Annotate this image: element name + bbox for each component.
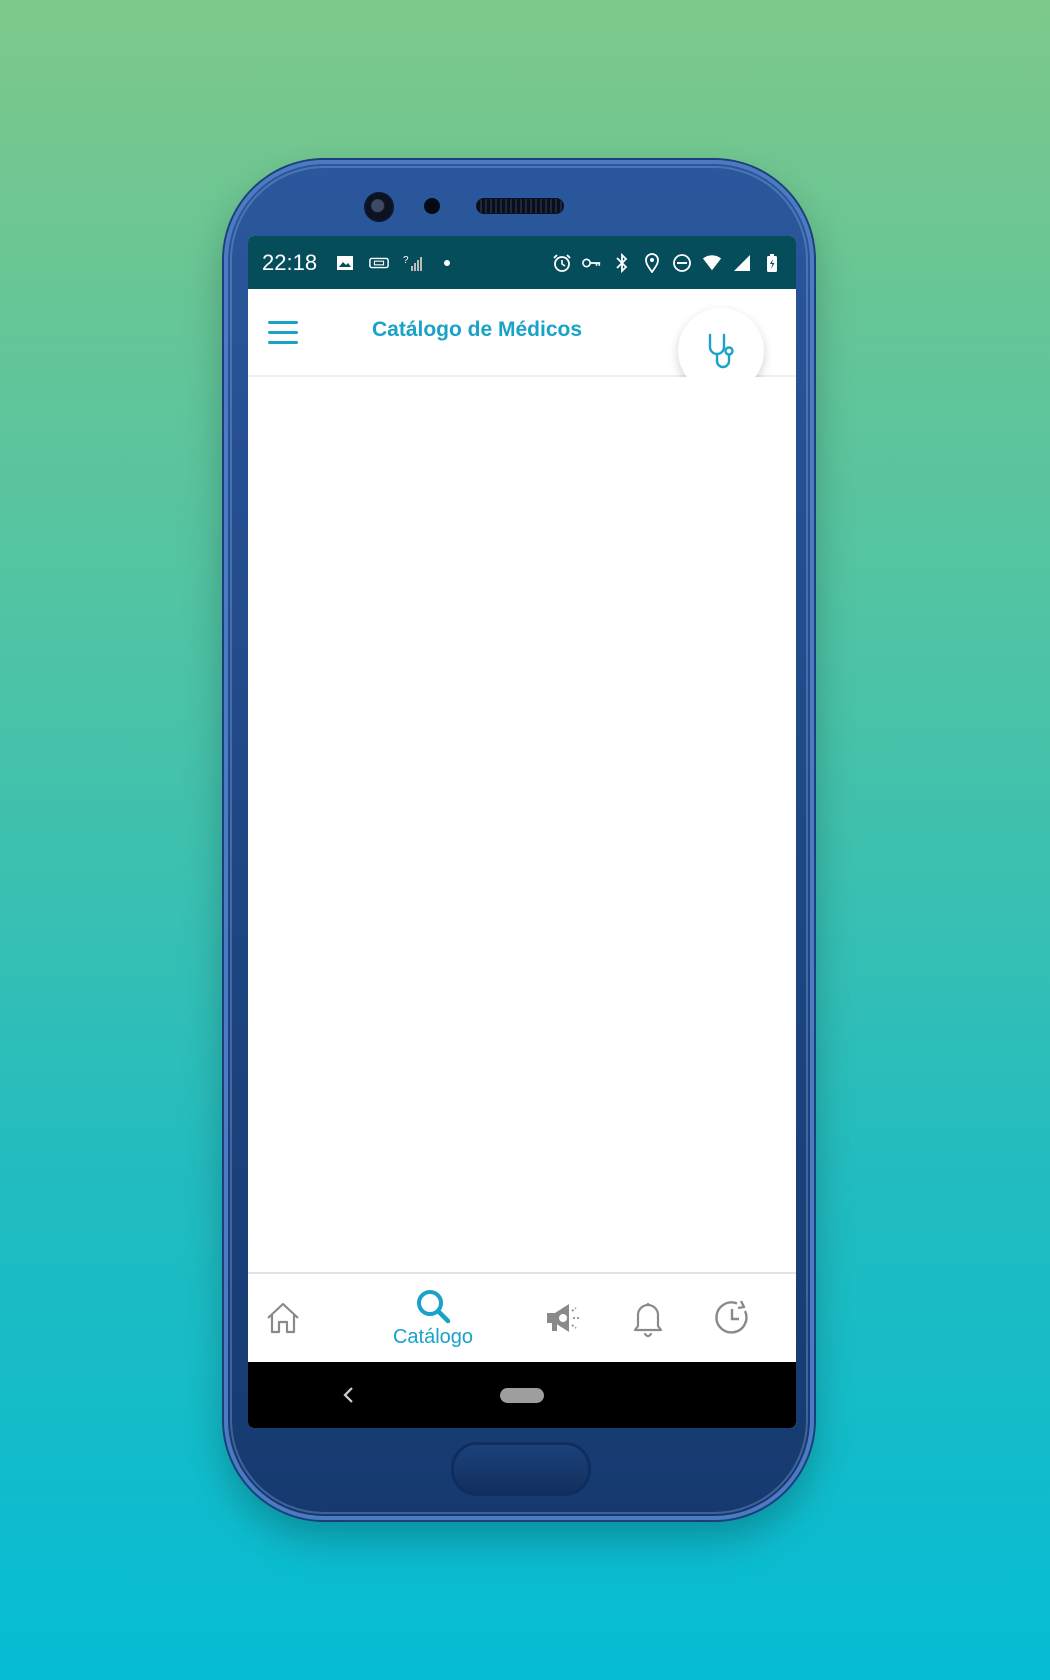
signal-icon — [732, 253, 752, 273]
physical-home-button[interactable] — [451, 1442, 591, 1496]
do-not-disturb-icon — [672, 253, 692, 273]
history-icon — [715, 1300, 748, 1334]
dot-icon — [437, 253, 457, 273]
megaphone-icon — [547, 1304, 579, 1332]
earpiece-speaker — [476, 198, 564, 214]
key-icon — [582, 253, 602, 273]
no-signal-icon: ? — [403, 253, 423, 273]
search-icon — [417, 1289, 451, 1323]
home-pill-button[interactable] — [500, 1388, 544, 1403]
nav-notifications[interactable] — [623, 1274, 673, 1362]
bluetooth-icon — [612, 252, 632, 273]
nav-announcements[interactable] — [538, 1274, 588, 1362]
wifi-icon — [702, 253, 722, 273]
nav-home[interactable] — [258, 1274, 308, 1362]
nav-label-catalogo: Catálogo — [392, 1325, 474, 1348]
phone-frame: 22:18 ? Catálogo de Médicos Catálogo — [224, 160, 814, 1520]
stethoscope-icon — [708, 333, 734, 369]
back-arrow-icon[interactable] — [334, 1380, 364, 1410]
vpn-card-icon — [369, 253, 389, 273]
system-navigation-bar — [248, 1362, 796, 1428]
home-icon — [267, 1302, 299, 1334]
alarm-icon — [552, 253, 572, 273]
proximity-sensor — [424, 198, 440, 214]
nav-catalogo[interactable]: Catálogo — [378, 1274, 488, 1362]
status-left-icons: ? — [335, 253, 457, 273]
phone-screen: 22:18 ? Catálogo de Médicos Catálogo — [248, 236, 796, 1428]
bell-icon — [633, 1303, 663, 1338]
status-time: 22:18 — [262, 249, 318, 275]
svg-text:?: ? — [403, 255, 409, 266]
nav-history[interactable] — [708, 1274, 758, 1362]
front-camera — [364, 192, 394, 222]
bottom-navigation: Catálogo — [248, 1272, 796, 1362]
status-right-icons — [552, 252, 782, 273]
hamburger-menu-icon[interactable] — [268, 312, 308, 352]
doctor-list[interactable] — [248, 377, 796, 1277]
status-bar: 22:18 ? — [248, 236, 796, 289]
image-icon — [335, 253, 355, 273]
battery-charging-icon — [762, 253, 782, 273]
page-title: Catálogo de Médicos — [372, 318, 583, 341]
location-icon — [642, 252, 662, 273]
